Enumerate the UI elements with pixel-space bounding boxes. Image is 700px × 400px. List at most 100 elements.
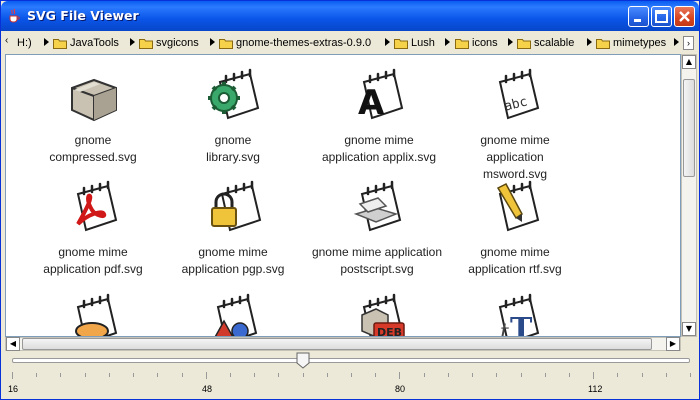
breadcrumb-scroll-right-button[interactable]: › — [683, 36, 694, 50]
slider-tick — [665, 373, 667, 377]
breadcrumb-arrow-icon — [44, 38, 49, 46]
folder-icon — [394, 38, 408, 49]
slider-tick — [205, 372, 207, 379]
abc-document-icon: abc — [498, 68, 540, 120]
package-box-icon — [71, 78, 117, 122]
zoom-slider[interactable]: 16 48 80 112 — [5, 351, 697, 399]
file-item[interactable]: DEB — [319, 293, 439, 336]
file-item[interactable]: t T — [455, 293, 575, 337]
padlock-document-icon — [211, 180, 262, 232]
slider-tick — [447, 373, 449, 377]
java-cup-icon — [9, 8, 20, 23]
file-name-line2: application pgp.svg — [181, 262, 285, 276]
scroll-right-button[interactable]: ▶ — [666, 337, 680, 351]
folder-icon — [53, 38, 67, 49]
oval-document-icon — [75, 293, 118, 336]
breadcrumb-label: JavaTools — [70, 37, 119, 49]
breadcrumb-arrow-icon — [674, 38, 679, 46]
title-bar[interactable]: SVG File Viewer — [1, 1, 699, 31]
slider-track[interactable] — [12, 358, 690, 363]
breadcrumb-item-javatools[interactable]: JavaTools — [53, 35, 119, 51]
breadcrumb-item-mimetypes[interactable]: mimetypes — [596, 35, 666, 51]
postscript-document-icon — [353, 180, 402, 232]
scroll-down-button[interactable]: ▼ — [682, 322, 696, 336]
horizontal-scrollbar[interactable]: ◀ ▶ — [5, 337, 681, 351]
tick-label: 16 — [8, 384, 19, 394]
shapes-document-icon — [214, 293, 258, 336]
maximize-button[interactable] — [651, 6, 672, 27]
pdf-document-icon — [76, 180, 118, 232]
vertical-scrollbar[interactable]: ▲ ▼ — [681, 54, 697, 337]
slider-thumb[interactable] — [296, 352, 310, 369]
breadcrumb-item-drive[interactable]: H:) — [17, 35, 32, 51]
file-item[interactable]: gnome library.svg — [173, 68, 293, 166]
svg-text:t: t — [500, 320, 509, 337]
slider-tick — [351, 373, 352, 377]
file-name-line1: gnome mime — [198, 245, 268, 259]
app-window: SVG File Viewer ‹ H:) JavaTools svgicons… — [0, 0, 700, 400]
font-tt-document-icon: t T — [498, 293, 540, 337]
breadcrumb-arrow-icon — [445, 38, 450, 46]
breadcrumb-item-svgicons[interactable]: svgicons — [139, 35, 199, 51]
breadcrumb-arrow-icon — [210, 38, 215, 46]
gear-document-icon — [208, 68, 260, 120]
file-item[interactable]: gnome compressed.svg — [33, 68, 153, 166]
minimize-button[interactable] — [628, 6, 649, 27]
breadcrumb-item-scalable[interactable]: scalable — [517, 35, 574, 51]
svg-text:A: A — [358, 83, 385, 123]
slider-tick — [375, 373, 377, 377]
slider-tick — [568, 373, 570, 377]
file-name-line1: gnome mime — [344, 133, 414, 147]
breadcrumb-item-lush[interactable]: Lush — [394, 35, 435, 51]
slider-tick — [520, 373, 522, 377]
breadcrumb-arrow-icon — [587, 38, 592, 46]
maximize-icon — [655, 10, 668, 23]
slider-tick — [472, 373, 474, 377]
file-item[interactable]: gnome mime application pgp.svg — [173, 180, 293, 278]
close-button[interactable] — [674, 6, 695, 27]
folder-icon — [517, 38, 531, 49]
slider-tick — [12, 372, 13, 379]
file-name-line2: application msword.svg — [482, 150, 547, 181]
vertical-scroll-thumb[interactable] — [683, 79, 695, 177]
file-item[interactable]: abc gnome mime application msword.svg — [455, 68, 575, 183]
horizontal-scroll-thumb[interactable] — [22, 338, 652, 350]
file-name-line2: application rtf.svg — [468, 262, 562, 276]
file-name-line1: gnome mime — [58, 245, 128, 259]
file-item[interactable]: gnome mime application rtf.svg — [455, 180, 575, 278]
folder-icon — [596, 38, 610, 49]
breadcrumb-arrow-icon — [508, 38, 513, 46]
file-item[interactable] — [173, 293, 293, 336]
slider-tick — [254, 373, 256, 377]
breadcrumb-label: mimetypes — [613, 37, 667, 49]
slider-tick — [641, 373, 643, 377]
file-name-line1: gnome — [214, 133, 252, 147]
slider-tick — [617, 373, 619, 377]
slider-tick — [302, 373, 304, 377]
file-name-line1: gnome mime — [480, 133, 550, 147]
breadcrumb: ‹ H:) JavaTools svgicons gnome-themes-ex… — [5, 33, 697, 53]
slider-tick — [326, 373, 328, 377]
file-name-line2: application pdf.svg — [43, 262, 143, 276]
breadcrumb-arrow-icon — [130, 38, 135, 46]
file-item[interactable]: gnome mime application postscript.svg — [302, 180, 452, 278]
breadcrumb-label: H:) — [17, 37, 32, 49]
file-item[interactable]: gnome mime application pdf.svg — [33, 180, 153, 278]
breadcrumb-label: svgicons — [156, 37, 199, 49]
slider-tick — [133, 373, 135, 377]
slider-tick — [60, 373, 62, 377]
breadcrumb-item-icons[interactable]: icons — [455, 35, 498, 51]
file-item[interactable]: A gnome mime application applix.svg — [319, 68, 439, 166]
close-icon — [679, 11, 690, 22]
scroll-left-button[interactable]: ◀ — [6, 337, 20, 351]
slider-tick — [496, 373, 498, 377]
file-name-line2: compressed.svg — [49, 150, 137, 164]
file-name-line2: postscript.svg — [340, 262, 414, 276]
file-item[interactable] — [33, 293, 153, 336]
breadcrumb-item-gnome-themes[interactable]: gnome-themes-extras-0.9.0 — [219, 35, 371, 51]
breadcrumb-arrow-icon — [385, 38, 390, 46]
breadcrumb-scroll-left-icon[interactable]: ‹ — [5, 35, 15, 51]
pencil-document-icon — [496, 180, 540, 232]
scroll-up-button[interactable]: ▲ — [682, 55, 696, 69]
letter-a-document-icon: A — [358, 68, 404, 123]
